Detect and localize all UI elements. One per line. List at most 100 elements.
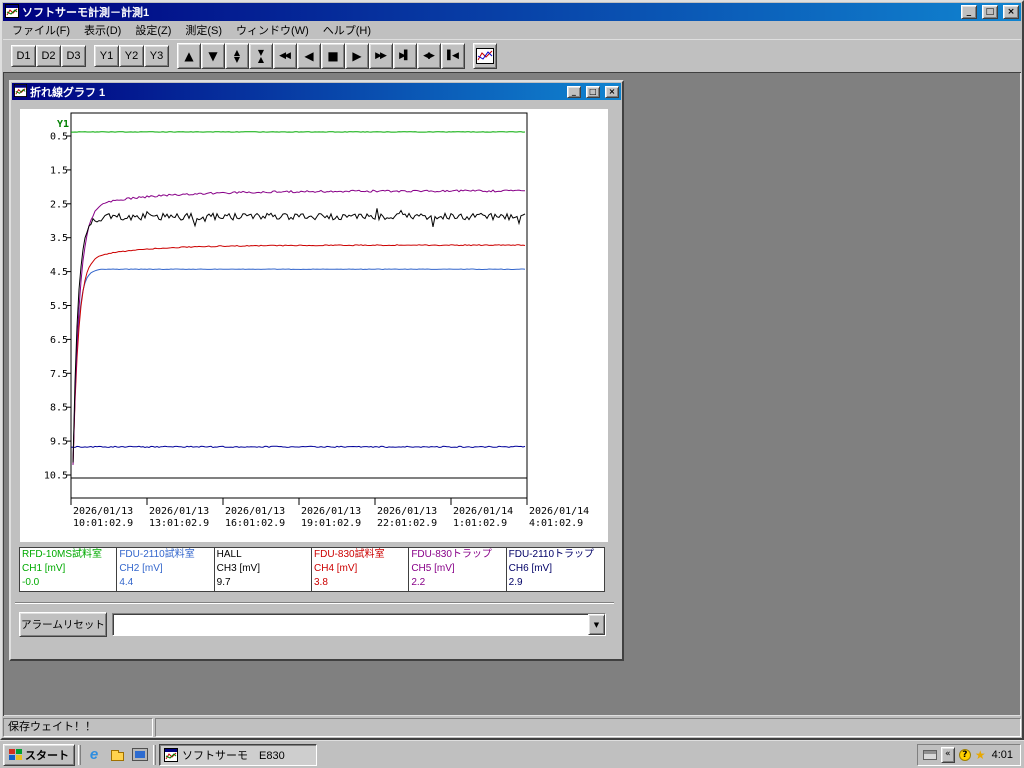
left-arrow-icon: ◀ bbox=[304, 49, 314, 63]
folder-icon bbox=[110, 749, 124, 761]
combo-value[interactable] bbox=[113, 614, 588, 635]
legend-cell-ch4: FDU-830試料室 CH4 [mV] 3.8 bbox=[312, 548, 410, 591]
graph-window-title-bar[interactable]: 折れ線グラフ 1 _ □ × bbox=[12, 83, 621, 100]
menu-window[interactable]: ウィンドウ(W) bbox=[229, 20, 316, 40]
legend-channel: CH1 [mV] bbox=[22, 563, 66, 574]
quick-launch-folder[interactable] bbox=[107, 745, 127, 765]
svg-text:Y1: Y1 bbox=[57, 119, 69, 130]
start-button[interactable]: スタート bbox=[3, 743, 75, 766]
taskbar-divider bbox=[78, 744, 81, 765]
svg-text:4.5: 4.5 bbox=[50, 267, 68, 278]
desktop-icon bbox=[133, 749, 147, 760]
graph-close-button[interactable]: × bbox=[605, 86, 619, 98]
windows-logo-icon bbox=[9, 749, 22, 760]
svg-text:1:01:02.9: 1:01:02.9 bbox=[453, 518, 507, 529]
skip-start-icon: ▌◀ bbox=[447, 51, 459, 61]
svg-text:10:01:02.9: 10:01:02.9 bbox=[73, 518, 133, 529]
close-button[interactable]: × bbox=[1003, 5, 1019, 20]
menu-help[interactable]: ヘルプ(H) bbox=[316, 20, 378, 40]
svg-text:0.5: 0.5 bbox=[50, 132, 68, 143]
legend-device: RFD-10MS試料室 bbox=[22, 549, 103, 560]
svg-text:2026/01/13: 2026/01/13 bbox=[73, 506, 133, 517]
up-down-arrows-icon: ▲ ▼ bbox=[233, 48, 241, 64]
svg-text:16:01:02.9: 16:01:02.9 bbox=[225, 518, 285, 529]
legend-cell-ch2: FDU-2110試料室 CH2 [mV] 4.4 bbox=[117, 548, 215, 591]
svg-text:3.5: 3.5 bbox=[50, 233, 68, 244]
legend-cell-ch5: FDU-830トラップ CH5 [mV] 2.2 bbox=[409, 548, 507, 591]
legend-device: FDU-2110試料室 bbox=[119, 549, 195, 560]
svg-text:5.5: 5.5 bbox=[50, 301, 68, 312]
graph-button[interactable] bbox=[473, 43, 497, 69]
svg-text:9.5: 9.5 bbox=[50, 437, 68, 448]
scroll-vertical-button[interactable]: ▲ ▼ bbox=[225, 43, 249, 69]
menu-file[interactable]: ファイル(F) bbox=[5, 20, 77, 40]
minimize-button[interactable]: _ bbox=[960, 5, 977, 20]
tray-collapse-button[interactable]: « bbox=[940, 746, 955, 763]
legend-value: 4.4 bbox=[119, 577, 134, 588]
menu-settings[interactable]: 設定(Z) bbox=[128, 20, 178, 40]
legend-channel: CH2 [mV] bbox=[119, 563, 163, 574]
y3-button[interactable]: Y3 bbox=[144, 45, 169, 67]
svg-text:2026/01/13: 2026/01/13 bbox=[225, 506, 285, 517]
title-bar[interactable]: ソフトサーモ計測－計測1 _ □ × bbox=[3, 3, 1021, 21]
alarm-reset-button[interactable]: アラームリセット bbox=[19, 612, 107, 637]
line-chart: Y1 0.5 1.5 2.5 3.5 4.5 5.5 6.5 7.5 8.5 9.5 10.5 2026… bbox=[44, 112, 589, 529]
fast-rewind-button[interactable]: ◀◀ bbox=[273, 43, 297, 69]
app-window: ソフトサーモ計測－計測1 _ □ × ファイル(F) 表示(D) 設定(Z) 測… bbox=[0, 0, 1024, 740]
legend-value: -0.0 bbox=[22, 577, 40, 588]
start-label: スタート bbox=[25, 749, 69, 762]
right-arrow-icon: ▶ bbox=[352, 49, 362, 63]
status-bar: 保存ウェイト！！ bbox=[3, 716, 1021, 737]
internet-explorer-icon: e bbox=[89, 746, 99, 763]
svg-text:22:01:02.9: 22:01:02.9 bbox=[377, 518, 437, 529]
legend-channel: CH3 [mV] bbox=[216, 563, 260, 574]
fast-forward-icon: ▶▶ bbox=[375, 51, 387, 61]
stop-button[interactable]: ■ bbox=[321, 43, 345, 69]
svg-text:13:01:02.9: 13:01:02.9 bbox=[149, 518, 209, 529]
legend-channel: CH6 [mV] bbox=[508, 563, 552, 574]
help-badge-icon[interactable]: ? bbox=[958, 748, 971, 761]
graph-maximize-button[interactable]: □ bbox=[585, 86, 600, 98]
skip-to-end-button[interactable]: ▶▌ bbox=[393, 43, 417, 69]
step-forward-button[interactable]: ▶ bbox=[345, 43, 369, 69]
combo-dropdown-button[interactable]: ▼ bbox=[588, 614, 605, 635]
legend-value: 3.8 bbox=[314, 577, 328, 588]
legend-channel: CH4 [mV] bbox=[314, 563, 358, 574]
expand-icon: ◀▶ bbox=[423, 51, 435, 61]
svg-text:2026/01/13: 2026/01/13 bbox=[377, 506, 437, 517]
tray-clock: 4:01 bbox=[991, 748, 1013, 761]
y1-button[interactable]: Y1 bbox=[94, 45, 119, 67]
task-button-label: ソフトサーモ E830 bbox=[182, 749, 285, 762]
task-button-softthermo[interactable]: ソフトサーモ E830 bbox=[159, 743, 317, 766]
up-arrow-icon: ▲ bbox=[184, 49, 194, 63]
quick-launch-internet-explorer[interactable]: e bbox=[84, 745, 104, 765]
scroll-up-button[interactable]: ▲ bbox=[177, 43, 201, 69]
menu-view[interactable]: 表示(D) bbox=[77, 20, 128, 40]
expand-range-button[interactable]: ◀▶ bbox=[417, 43, 441, 69]
menu-measure[interactable]: 測定(S) bbox=[178, 20, 229, 40]
star-icon[interactable]: ★ bbox=[975, 749, 986, 761]
skip-to-start-button[interactable]: ▌◀ bbox=[441, 43, 465, 69]
printer-icon[interactable] bbox=[922, 749, 937, 760]
d1-button[interactable]: D1 bbox=[11, 45, 36, 67]
alarm-combobox[interactable]: ▼ bbox=[112, 613, 606, 636]
hourglass-button[interactable]: ▼ ▲ bbox=[249, 43, 273, 69]
app-icon bbox=[5, 3, 19, 21]
y2-button[interactable]: Y2 bbox=[119, 45, 144, 67]
skip-end-icon: ▶▌ bbox=[399, 51, 411, 61]
graph-window: 折れ線グラフ 1 _ □ × Y1 0.5 1.5 2.5 3.5 4.5 5.5 6.5 7.… bbox=[9, 80, 624, 661]
scroll-down-button[interactable]: ▼ bbox=[201, 43, 225, 69]
graph-minimize-button[interactable]: _ bbox=[566, 86, 581, 98]
svg-text:2026/01/13: 2026/01/13 bbox=[301, 506, 361, 517]
step-back-button[interactable]: ◀ bbox=[297, 43, 321, 69]
d3-button[interactable]: D3 bbox=[61, 45, 86, 67]
legend-cell-ch1: RFD-10MS試料室 CH1 [mV] -0.0 bbox=[20, 548, 118, 591]
svg-text:8.5: 8.5 bbox=[50, 403, 68, 414]
d2-button[interactable]: D2 bbox=[36, 45, 61, 67]
maximize-button[interactable]: □ bbox=[981, 5, 998, 20]
svg-text:1.5: 1.5 bbox=[50, 165, 68, 176]
quick-launch-desktop[interactable] bbox=[130, 745, 150, 765]
svg-text:2026/01/14: 2026/01/14 bbox=[529, 506, 589, 517]
status-panel-empty bbox=[155, 718, 1021, 737]
fast-forward-button[interactable]: ▶▶ bbox=[369, 43, 393, 69]
